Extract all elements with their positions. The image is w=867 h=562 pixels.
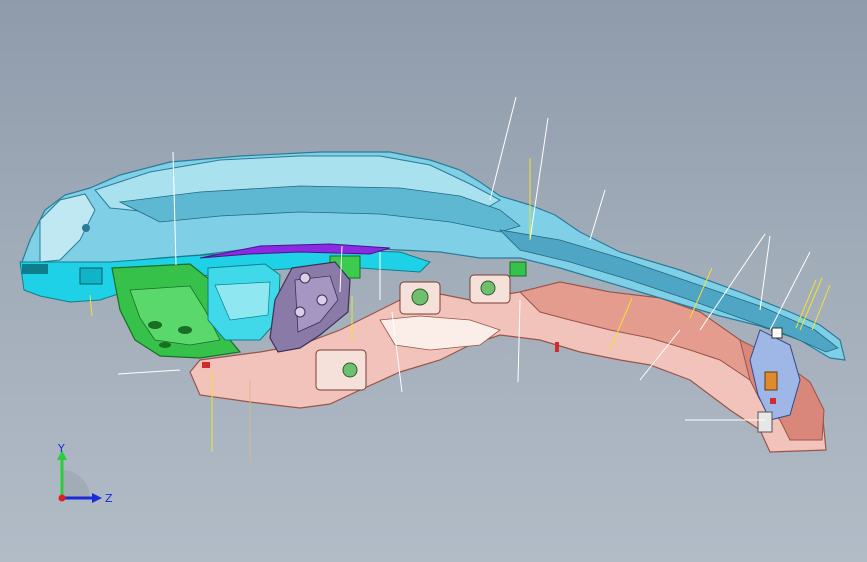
3d-viewport[interactable]: Y Z xyxy=(0,0,867,562)
origin-marker xyxy=(58,494,66,502)
axis-triad: Y Z xyxy=(57,442,113,505)
z-axis-label: Z xyxy=(105,492,113,505)
triad-quarter-disc xyxy=(62,470,90,498)
mount-cyan[interactable] xyxy=(207,263,281,341)
z-axis-arrowhead xyxy=(92,493,102,503)
y-axis-label: Y xyxy=(57,442,65,455)
cad-model-view[interactable] xyxy=(0,0,867,562)
